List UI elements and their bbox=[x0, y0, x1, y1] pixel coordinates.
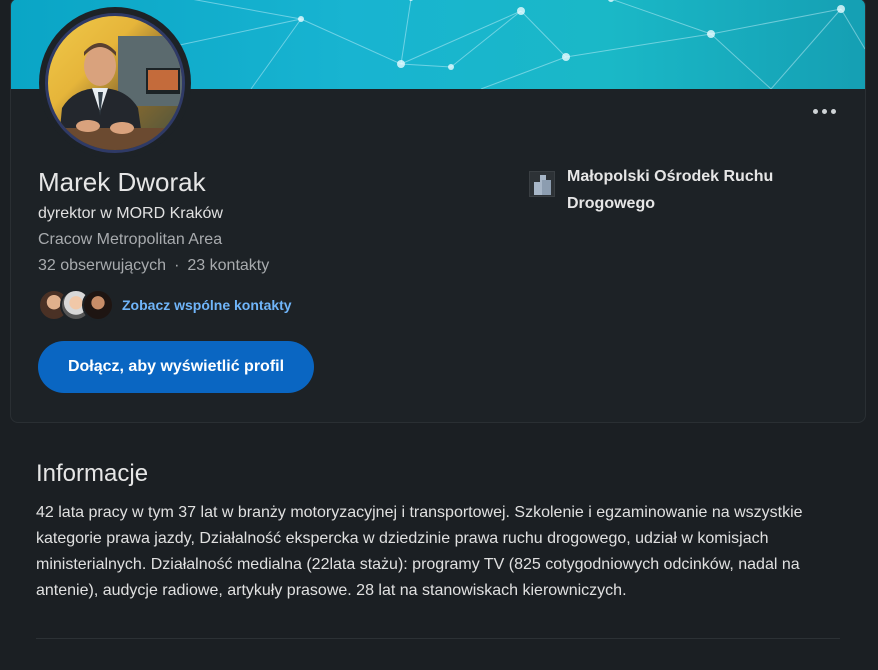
connections-count[interactable]: 23 kontakty bbox=[187, 257, 269, 274]
ellipsis-dot bbox=[821, 108, 827, 114]
profile-location: Cracow Metropolitan Area bbox=[38, 231, 223, 248]
mutual-connections[interactable]: Zobacz wspólne kontakty bbox=[38, 287, 292, 323]
mutual-avatar-3 bbox=[82, 289, 114, 321]
profile-name: Marek Dworak bbox=[38, 167, 206, 197]
company-logo-icon bbox=[529, 171, 555, 197]
profile-stats: 32 obserwujących · 23 kontakty bbox=[38, 257, 269, 275]
followers-count[interactable]: 32 obserwujących bbox=[38, 257, 166, 274]
mutual-connections-link[interactable]: Zobacz wspólne kontakty bbox=[122, 297, 292, 313]
ellipsis-dot bbox=[812, 108, 818, 114]
profile-headline: dyrektor w MORD Kraków bbox=[38, 205, 223, 222]
current-company[interactable]: Małopolski Ośrodek Ruchu Drogowego bbox=[529, 163, 807, 217]
about-section-title: Informacje bbox=[36, 460, 149, 487]
ellipsis-dot bbox=[830, 108, 836, 114]
avatar-ring bbox=[39, 7, 191, 159]
stats-separator: · bbox=[174, 257, 180, 274]
join-to-view-profile-button[interactable]: Dołącz, aby wyświetlić profil bbox=[38, 341, 314, 393]
company-name[interactable]: Małopolski Ośrodek Ruchu Drogowego bbox=[567, 163, 807, 217]
more-actions-button[interactable] bbox=[811, 101, 837, 121]
profile-avatar[interactable] bbox=[45, 13, 185, 153]
about-section-text: 42 lata pracy w tym 37 lat w branży moto… bbox=[36, 504, 803, 599]
person-photo-icon bbox=[48, 36, 182, 150]
section-divider bbox=[36, 638, 840, 639]
profile-top-card: Marek Dworak dyrektor w MORD Kraków Crac… bbox=[10, 0, 866, 423]
